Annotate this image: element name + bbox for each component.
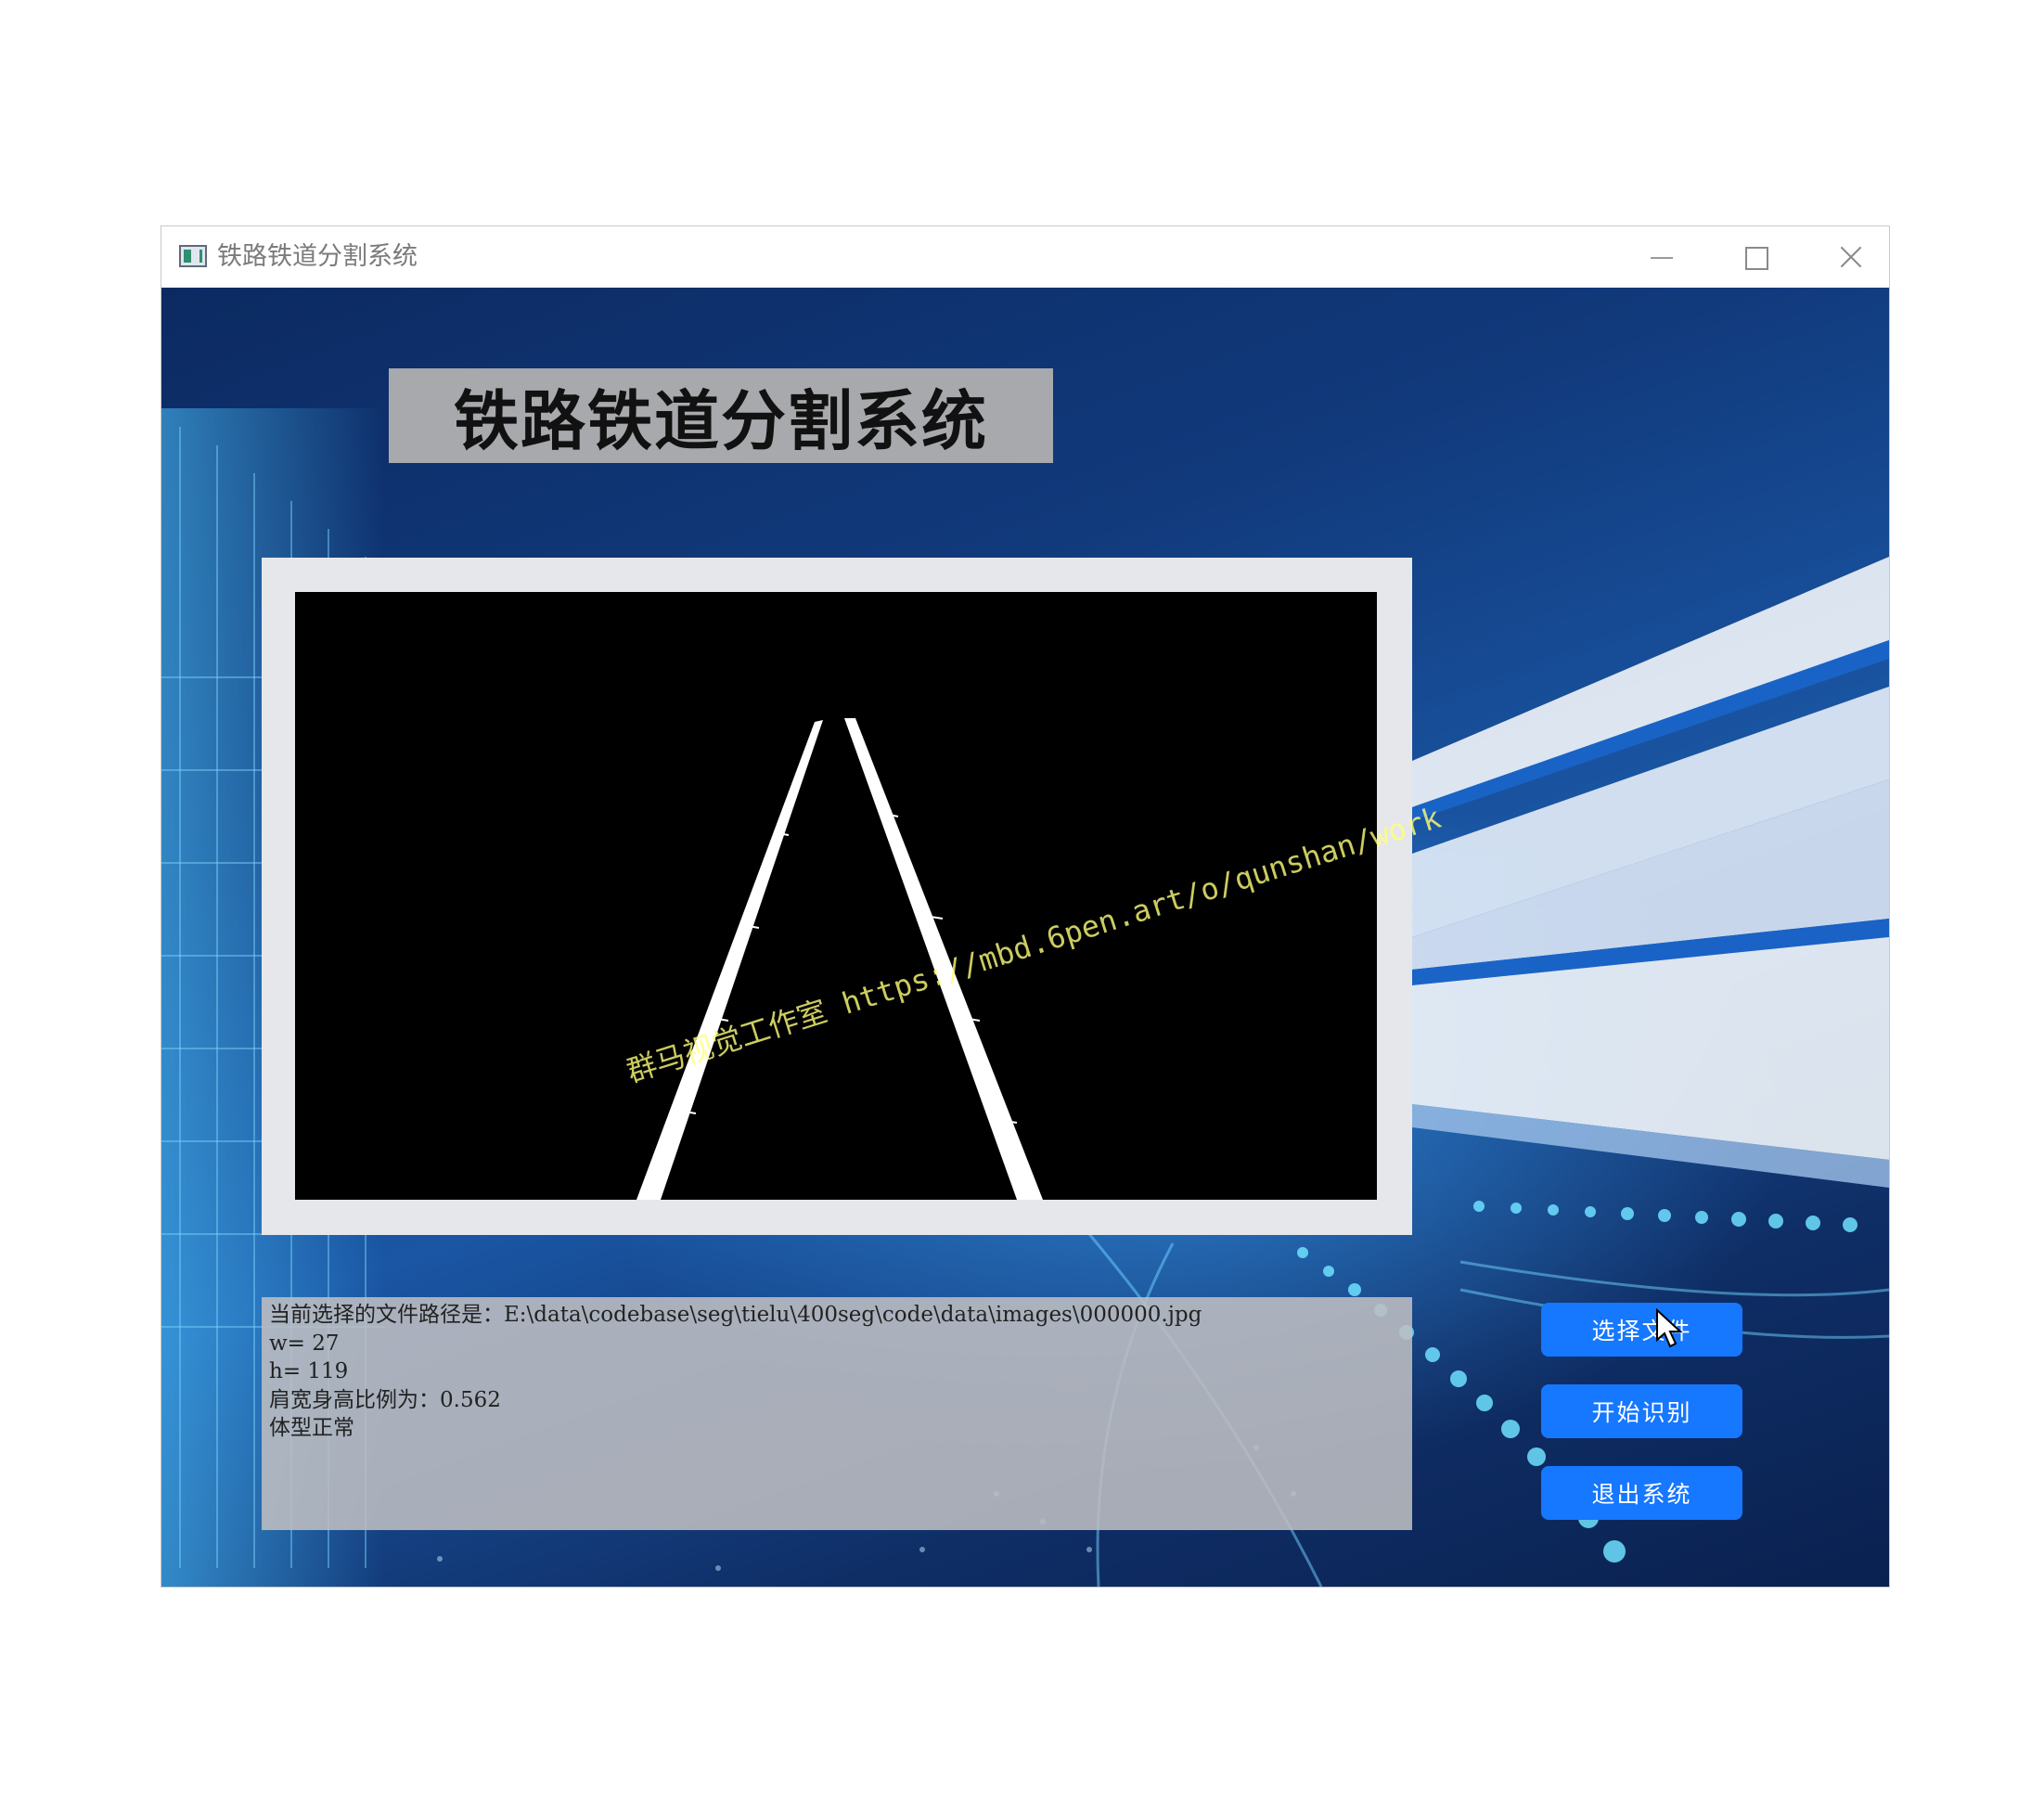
- app-window: 铁路铁道分割系统 铁路铁道分割系统 群马视觉工作室 https://mbd.6p…: [161, 225, 1890, 1588]
- select-file-button[interactable]: 选择文件: [1541, 1303, 1742, 1357]
- output-lines: 当前选择的文件路径是：E:\data\codebase\seg\tielu\40…: [269, 1301, 1202, 1443]
- close-icon[interactable]: [1822, 236, 1878, 278]
- heading-box: 铁路铁道分割系统: [389, 368, 1053, 463]
- exit-system-button[interactable]: 退出系统: [1541, 1466, 1742, 1520]
- mouse-cursor-icon: [1656, 1308, 1683, 1348]
- title-bar[interactable]: 铁路铁道分割系统: [161, 226, 1889, 288]
- output-line-width: w= 27: [269, 1331, 340, 1356]
- output-line-height: h= 119: [269, 1359, 349, 1383]
- minimize-icon[interactable]: [1633, 236, 1689, 278]
- maximize-icon[interactable]: [1728, 236, 1783, 278]
- main-panel: 铁路铁道分割系统 群马视觉工作室 https://mbd.6pen.art/o/…: [161, 288, 1889, 1587]
- output-line-result: 体型正常: [269, 1416, 354, 1440]
- page-title: 铁路铁道分割系统: [454, 382, 988, 459]
- window-title: 铁路铁道分割系统: [217, 242, 418, 271]
- output-text-area[interactable]: 当前选择的文件路径是：E:\data\codebase\seg\tielu\40…: [262, 1297, 1412, 1530]
- app-window-icon: [179, 245, 207, 267]
- output-line-path: 当前选择的文件路径是：E:\data\codebase\seg\tielu\40…: [269, 1303, 1202, 1327]
- output-line-ratio: 肩宽身高比例为：0.562: [269, 1387, 501, 1412]
- start-recognition-button[interactable]: 开始识别: [1541, 1384, 1742, 1438]
